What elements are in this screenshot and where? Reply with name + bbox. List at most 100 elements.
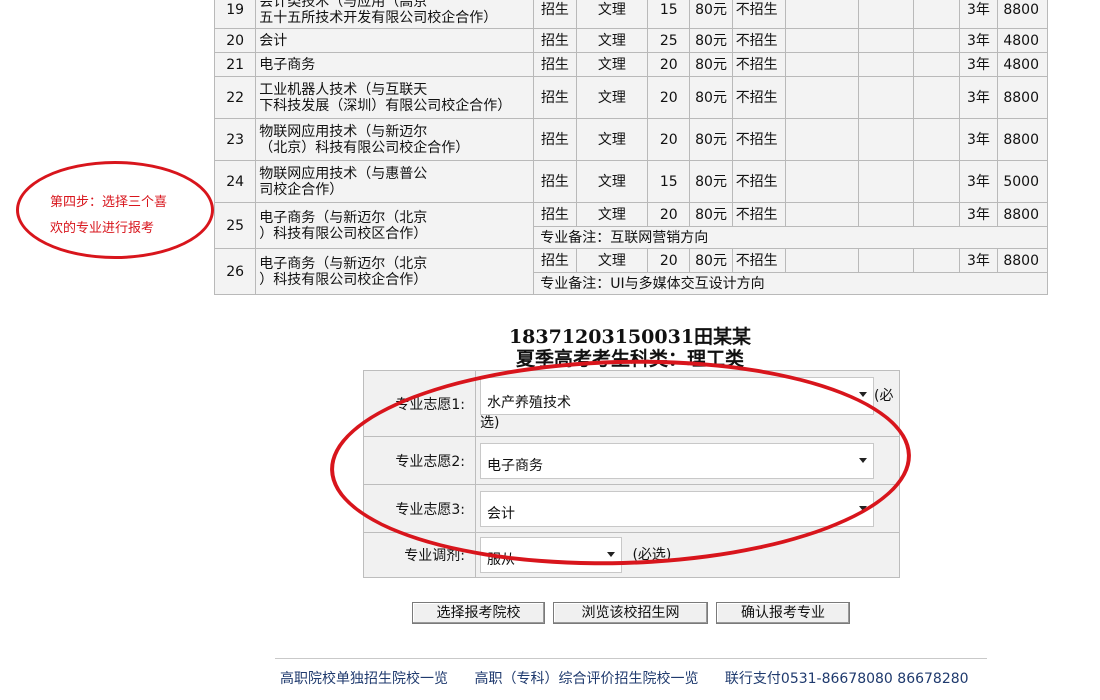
blank-cell bbox=[857, 0, 914, 29]
blank-cell bbox=[912, 202, 961, 227]
plan-count: 25 bbox=[647, 28, 691, 53]
blank-cell bbox=[912, 76, 961, 119]
application-fee: 80元 bbox=[689, 160, 733, 203]
major-name-line: ）科技有限公司校区合作） bbox=[259, 225, 428, 242]
choice3-label: 专业志愿3: bbox=[363, 484, 476, 533]
adjust-select[interactable]: 服从 bbox=[480, 537, 622, 573]
major-choice-form: 专业志愿1: 水产养殖技术 (必 选) 专业志愿2: 电子商务 专业志愿3: 会… bbox=[363, 370, 900, 578]
major-name-line: 会计 bbox=[259, 32, 288, 49]
major-name-line: （北京）科技有限公司校企合作） bbox=[259, 139, 470, 156]
choice3-select[interactable]: 会计 bbox=[480, 490, 874, 527]
subject-type: 文理 bbox=[575, 52, 649, 77]
row-number: 22 bbox=[213, 76, 257, 119]
other-status: 不招生 bbox=[731, 28, 787, 53]
recruit-status: 招生 bbox=[533, 118, 577, 161]
choice2-value: 电子商务 bbox=[487, 457, 543, 474]
tuition: 8800 bbox=[996, 118, 1049, 161]
blank-cell bbox=[912, 118, 961, 161]
plan-count: 15 bbox=[647, 0, 691, 29]
choice1-label: 专业志愿1: bbox=[363, 370, 476, 437]
application-fee: 80元 bbox=[689, 0, 733, 29]
recruit-status: 招生 bbox=[533, 0, 577, 29]
subject-type: 文理 bbox=[575, 160, 649, 203]
blank-cell bbox=[785, 160, 859, 203]
major-name-line: 电子商务（与新迈尔（北京 bbox=[259, 209, 428, 226]
student-category: 夏季高考考生科类：理工类 bbox=[515, 348, 744, 370]
subject-type: 文理 bbox=[575, 118, 649, 161]
blank-cell bbox=[912, 248, 961, 273]
chevron-down-icon bbox=[859, 457, 867, 463]
major-name: 物联网应用技术（与惠普公 司校企合作） bbox=[255, 160, 535, 203]
recruit-status: 招生 bbox=[533, 52, 577, 77]
major-name-line: 下科技发展（深圳）有限公司校企合作） bbox=[259, 97, 512, 114]
choice1-required-note: (必 bbox=[874, 387, 894, 404]
other-status: 不招生 bbox=[731, 0, 787, 29]
choice1-required-note-2: 选) bbox=[480, 414, 500, 431]
study-years: 3年 bbox=[959, 52, 998, 77]
row-number: 24 bbox=[213, 160, 257, 203]
confirm-major-button[interactable]: 确认报考专业 bbox=[716, 602, 850, 624]
adjust-label: 专业调剂: bbox=[363, 532, 476, 578]
blank-cell bbox=[785, 0, 859, 29]
major-name: 会计类技术（与应用（高京 五十五所技术开发有限公司校企合作） bbox=[255, 0, 535, 29]
other-status: 不招生 bbox=[731, 118, 787, 161]
adjust-required-note: (必选) bbox=[632, 547, 672, 563]
major-name: 电子商务（与新迈尔（北京 ）科技有限公司校企合作） bbox=[255, 248, 535, 295]
step-callout-line-1: 第四步：选择三个喜 bbox=[50, 195, 168, 210]
subject-type: 文理 bbox=[575, 0, 649, 29]
browse-site-button[interactable]: 浏览该校招生网 bbox=[553, 602, 708, 624]
footer-link-comprehensive[interactable]: 高职（专科）综合评价招生院校一览 bbox=[474, 671, 698, 687]
table-row: 20 会计 招生 文理 25 80元 不招生 3年 4800 bbox=[213, 28, 1049, 53]
blank-cell bbox=[785, 202, 859, 227]
tuition: 8800 bbox=[996, 76, 1049, 119]
study-years: 3年 bbox=[959, 202, 998, 227]
footer-link-single-exam[interactable]: 高职院校单独招生院校一览 bbox=[280, 671, 448, 687]
row-number: 21 bbox=[213, 52, 257, 77]
plan-count: 20 bbox=[647, 76, 691, 119]
table-row: 24 物联网应用技术（与惠普公 司校企合作） 招生 文理 15 80元 不招生 3年 5000 bbox=[213, 160, 1049, 203]
other-status: 不招生 bbox=[731, 160, 787, 203]
table-row: 23 物联网应用技术（与新迈尔 （北京）科技有限公司校企合作） 招生 文理 20 80元 不招… bbox=[213, 118, 1049, 161]
blank-cell bbox=[857, 76, 914, 119]
major-note: 专业备注：UI与多媒体交互设计方向 bbox=[533, 272, 1048, 295]
major-name-line: 司校企合作） bbox=[259, 181, 344, 198]
blank-cell bbox=[857, 118, 914, 161]
other-status: 不招生 bbox=[731, 202, 787, 227]
select-school-button[interactable]: 选择报考院校 bbox=[412, 602, 545, 624]
major-name-line: ）科技有限公司校企合作） bbox=[259, 271, 428, 288]
blank-cell bbox=[785, 28, 859, 53]
majors-table: 19 会计类技术（与应用（高京 五十五所技术开发有限公司校企合作） 招生 文理 15 80元… bbox=[213, 0, 1049, 295]
major-name-line: 物联网应用技术（与惠普公 bbox=[259, 165, 428, 182]
row-number: 23 bbox=[213, 118, 257, 161]
blank-cell bbox=[785, 76, 859, 119]
blank-cell bbox=[785, 52, 859, 77]
major-name: 物联网应用技术（与新迈尔 （北京）科技有限公司校企合作） bbox=[255, 118, 535, 161]
chevron-down-icon bbox=[859, 391, 867, 397]
recruit-status: 招生 bbox=[533, 160, 577, 203]
blank-cell bbox=[912, 28, 961, 53]
application-fee: 80元 bbox=[689, 202, 733, 227]
chevron-down-icon bbox=[607, 552, 615, 557]
table-row: 19 会计类技术（与应用（高京 五十五所技术开发有限公司校企合作） 招生 文理 15 80元… bbox=[213, 0, 1049, 29]
footer: 高职院校单独招生院校一览 高职（专科）综合评价招生院校一览 联行支付0531-8… bbox=[280, 668, 969, 688]
recruit-status: 招生 bbox=[533, 76, 577, 119]
choice3-value: 会计 bbox=[487, 505, 515, 522]
tuition: 8800 bbox=[996, 0, 1049, 29]
study-years: 3年 bbox=[959, 160, 998, 203]
tuition: 5000 bbox=[996, 160, 1049, 203]
table-row: 22 工业机器人技术（与互联天 下科技发展（深圳）有限公司校企合作） 招生 文理 20 80… bbox=[213, 76, 1049, 119]
blank-cell bbox=[857, 52, 914, 77]
tuition: 8800 bbox=[996, 202, 1049, 227]
choice2-select[interactable]: 电子商务 bbox=[480, 442, 874, 479]
recruit-status: 招生 bbox=[533, 248, 577, 273]
plan-count: 20 bbox=[647, 52, 691, 77]
chevron-down-icon bbox=[859, 505, 867, 511]
subject-type: 文理 bbox=[575, 202, 649, 227]
row-number: 26 bbox=[213, 248, 257, 295]
plan-count: 20 bbox=[647, 248, 691, 273]
blank-cell bbox=[912, 160, 961, 203]
major-name-line: 工业机器人技术（与互联天 bbox=[259, 81, 428, 98]
plan-count: 20 bbox=[647, 118, 691, 161]
other-status: 不招生 bbox=[731, 52, 787, 77]
choice1-select[interactable]: 水产养殖技术 bbox=[480, 376, 874, 415]
